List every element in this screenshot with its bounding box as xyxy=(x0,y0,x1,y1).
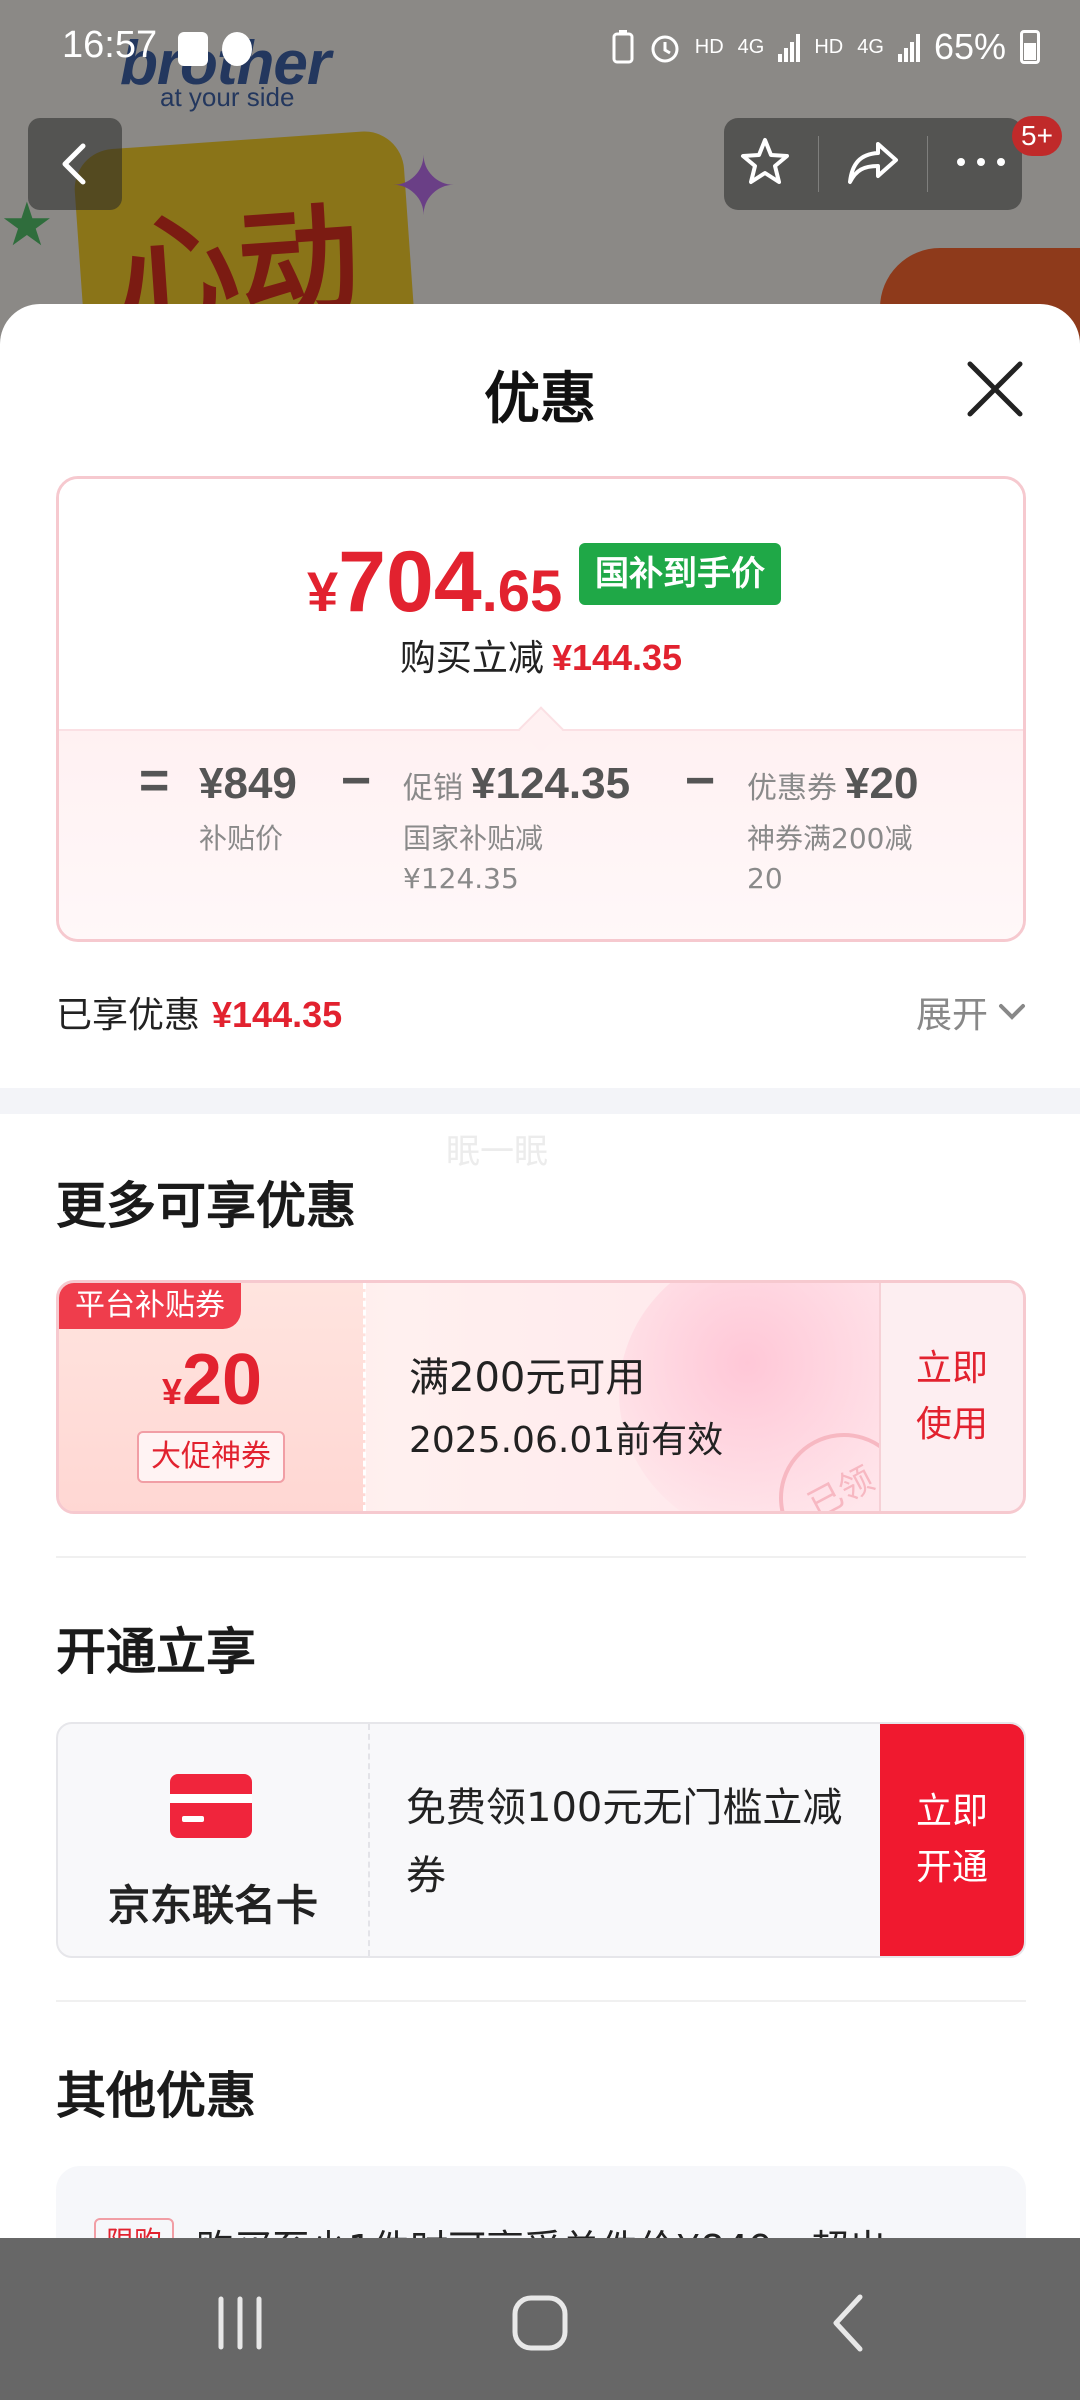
coupon-validity: 2025.06.01前有效 xyxy=(409,1420,724,1461)
use-coupon-button[interactable]: 立即 使用 xyxy=(879,1283,1023,1511)
network-type-label: 4G xyxy=(857,35,884,58)
more-icon xyxy=(957,158,1006,166)
close-button[interactable] xyxy=(960,354,1030,424)
message-count-badge: 5+ xyxy=(1012,116,1062,156)
share-button[interactable] xyxy=(844,136,902,192)
base-price-item: ¥849 补贴价 xyxy=(199,759,297,859)
home-button[interactable] xyxy=(500,2288,580,2358)
card-divider xyxy=(368,1724,370,1956)
card-name: 京东联名卡 xyxy=(107,1881,318,1930)
hd-label: HD xyxy=(814,35,844,58)
status-time: 16:57 xyxy=(62,24,158,66)
coupon-item: 优惠券 ¥20 神券满200减 20 xyxy=(747,759,918,899)
expand-button[interactable]: 展开 xyxy=(916,986,1026,1038)
status-indicators: HD 4G HD 4G 65% xyxy=(611,26,1040,68)
sheet-title: 优惠 xyxy=(484,367,596,432)
top-toolbar xyxy=(724,118,1022,210)
favorite-button[interactable] xyxy=(737,134,793,194)
chevron-down-icon xyxy=(999,1004,1025,1020)
credit-card-icon xyxy=(170,1774,252,1838)
section-divider xyxy=(0,1088,1080,1114)
signal-icon xyxy=(778,32,801,62)
more-button[interactable] xyxy=(953,154,1009,174)
minus-sign: − xyxy=(341,752,372,810)
expand-label: 展开 xyxy=(915,995,988,1036)
coupon-tag: 平台补贴券 xyxy=(59,1283,241,1329)
alarm-icon xyxy=(651,35,679,63)
toolbar-divider xyxy=(927,136,929,192)
recent-apps-button[interactable] xyxy=(200,2288,280,2358)
subsidy-price-badge: 国补到手价 xyxy=(579,543,781,605)
watermark: 眠一眠 xyxy=(446,1132,548,1172)
enjoyed-discount: 已享优惠 ¥144.35 xyxy=(56,994,343,1036)
home-icon xyxy=(512,2295,568,2351)
coupon-value: ¥20 xyxy=(845,759,919,808)
battery-saver-icon xyxy=(612,30,634,64)
card-info: 京东联名卡 xyxy=(58,1724,368,1956)
other-offer-item: 限购 购买至少1件时可享受单件价¥849，超出 xyxy=(56,2166,1026,2238)
notification-app-icon xyxy=(222,32,252,66)
promo-value: ¥124.35 xyxy=(471,759,631,808)
card-offer-description: 免费领100元无门槛立减券 xyxy=(406,1785,843,1899)
open-enjoy-title: 开通立享 xyxy=(56,1623,256,1681)
promo-detail: 国家补贴减 ¥124.35 xyxy=(403,822,544,895)
system-navigation-bar xyxy=(0,2238,1080,2400)
battery-percent: 65% xyxy=(933,26,1006,67)
close-icon xyxy=(967,361,1023,417)
chevron-left-icon xyxy=(62,143,86,185)
co-branded-card-offer: 京东联名卡 免费领100元无门槛立减券 立即 开通 xyxy=(56,1722,1026,1958)
back-nav-button[interactable] xyxy=(808,2288,888,2358)
divider xyxy=(56,1556,1026,1558)
star-icon xyxy=(740,138,789,184)
divider xyxy=(56,2000,1026,2002)
base-price: ¥849 xyxy=(199,759,297,808)
base-price-label: 补贴价 xyxy=(199,822,284,855)
decor-star-icon: ✦ xyxy=(390,140,458,233)
more-offers-title: 更多可享优惠 xyxy=(56,1177,356,1235)
promo-label: 促销 xyxy=(403,771,463,806)
coupon-label: 优惠券 xyxy=(747,771,837,806)
recents-icon xyxy=(218,2296,262,2350)
signal-icon xyxy=(897,32,920,62)
coupon-condition: 满200元可用 xyxy=(409,1355,646,1401)
open-card-button[interactable]: 立即 开通 xyxy=(880,1724,1024,1956)
share-icon xyxy=(847,142,898,184)
status-bar: 16:57 HD 4G HD 4G 65% xyxy=(0,0,1080,100)
notification-app-icon xyxy=(178,32,208,66)
offers-sheet: 优惠 ¥704.65 国补到手价 购买立减 ¥144.35 = ¥849 补贴价 … xyxy=(0,304,1080,2238)
final-price: ¥704.65 xyxy=(307,534,563,630)
purchase-limit-tag: 限购 xyxy=(94,2218,175,2238)
equals-sign: = xyxy=(139,752,170,810)
other-offers-title: 其他优惠 xyxy=(56,2067,256,2125)
toolbar-divider xyxy=(817,136,819,192)
battery-icon xyxy=(1020,30,1040,64)
minus-sign: − xyxy=(685,752,716,810)
coupon-detail: 神券满200减 20 xyxy=(747,822,913,895)
platform-coupon: 平台补贴券 ¥20 大促神券 满200元可用 2025.06.01前有效 已领 … xyxy=(56,1280,1026,1514)
hd-label: HD xyxy=(694,35,724,58)
price-breakdown-card: ¥704.65 国补到手价 购买立减 ¥144.35 = ¥849 补贴价 − 促… xyxy=(56,476,1026,942)
coupon-perforation xyxy=(363,1283,366,1511)
coupon-amount: ¥20 xyxy=(161,1340,263,1420)
coupon-type-badge: 大促神券 xyxy=(137,1431,285,1483)
promo-item: 促销 ¥124.35 国家补贴减 ¥124.35 xyxy=(403,759,630,899)
back-icon xyxy=(833,2294,863,2352)
back-button[interactable] xyxy=(28,118,122,210)
network-type-label: 4G xyxy=(737,35,765,58)
purchase-limit-text: 购买至少1件时可享受单件价¥849，超出 xyxy=(196,2218,887,2238)
instant-discount: 购买立减 ¥144.35 xyxy=(399,637,683,679)
